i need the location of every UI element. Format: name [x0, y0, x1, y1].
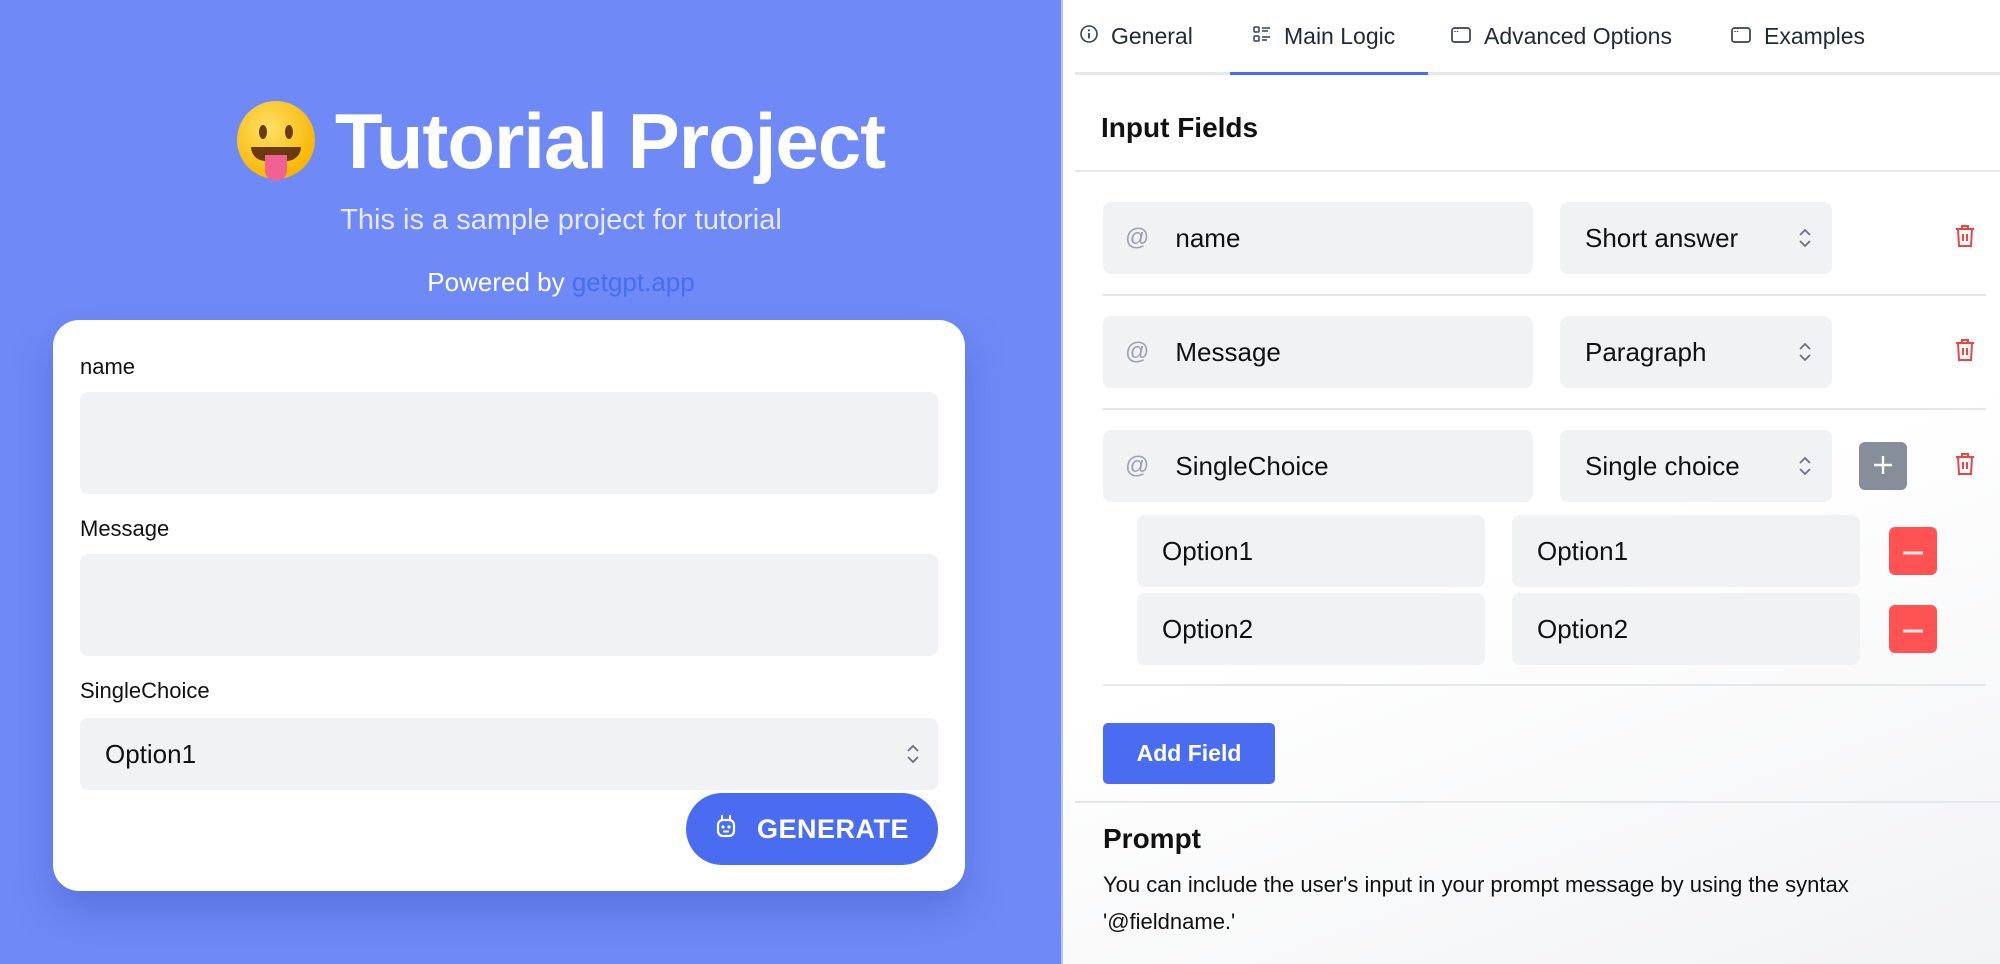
singlechoice-select[interactable]: Option1 [80, 718, 938, 790]
field-row: @ SingleChoice Single choice [1103, 430, 1832, 502]
delete-field-button[interactable] [1951, 337, 1979, 367]
remove-option-button[interactable] [1889, 605, 1937, 653]
project-subtitle: This is a sample project for tutorial [340, 204, 782, 236]
window-icon [1730, 23, 1752, 50]
divider [1103, 408, 1986, 410]
singlechoice-field-label: SingleChoice [80, 678, 210, 703]
at-icon: @ [1125, 224, 1150, 251]
field-type-select[interactable]: Paragraph [1560, 316, 1832, 388]
field-name-value: SingleChoice [1175, 450, 1329, 481]
field-name-input[interactable]: @ name [1103, 202, 1533, 274]
tab-advanced-options[interactable]: Advanced Options [1428, 0, 1708, 72]
tab-main-logic[interactable]: Main Logic [1230, 0, 1428, 75]
field-name-input[interactable]: @ SingleChoice [1103, 430, 1533, 502]
name-input[interactable] [80, 392, 938, 494]
editor-tabs: General Main Logic Advanced Options Exam… [1075, 0, 2000, 75]
tab-examples-label: Examples [1764, 22, 1865, 49]
trash-icon [1954, 223, 1976, 254]
delete-field-button[interactable] [1951, 223, 1979, 253]
divider [1075, 170, 2000, 172]
project-title-text: Tutorial Project [334, 97, 886, 185]
generate-button-label: GENERATE [756, 813, 909, 844]
chevron-up-down-icon [1798, 341, 1812, 363]
add-field-button[interactable]: Add Field [1103, 723, 1275, 784]
input-fields-heading: Input Fields [1101, 112, 1259, 143]
option-label-input[interactable]: Option1 [1137, 515, 1485, 587]
list-icon [1252, 23, 1272, 50]
field-name-value: Message [1175, 336, 1281, 367]
add-option-button[interactable] [1859, 442, 1907, 490]
chevron-up-down-icon [1798, 227, 1812, 249]
field-name-input[interactable]: @ Message [1103, 316, 1533, 388]
powered-by: Powered by getgpt.app [0, 267, 1122, 298]
tab-general-label: General [1111, 22, 1193, 49]
powered-by-link[interactable]: getgpt.app [572, 267, 695, 297]
field-row: @ name Short answer [1103, 202, 1832, 274]
tab-advanced-options-label: Advanced Options [1484, 22, 1672, 49]
prompt-description: You can include the user's input in your… [1103, 872, 1849, 934]
at-icon: @ [1125, 452, 1150, 479]
preview-header: Tutorial Project This is a sample projec… [0, 96, 1122, 298]
tab-main-logic-label: Main Logic [1284, 22, 1396, 49]
window-icon [1450, 23, 1472, 50]
name-field-label: name [80, 354, 136, 379]
tab-examples[interactable]: Examples [1708, 0, 1883, 72]
divider [1075, 801, 2000, 803]
tab-general[interactable]: General [1075, 0, 1230, 72]
trash-icon [1954, 337, 1976, 368]
plus-icon [1872, 454, 1894, 479]
field-type-select[interactable]: Single choice [1560, 430, 1832, 502]
trash-icon [1954, 451, 1976, 482]
singlechoice-selected-value: Option1 [105, 738, 197, 769]
face-with-tongue-icon [236, 101, 317, 181]
info-circle-icon [1079, 23, 1099, 50]
chevron-up-down-icon [906, 743, 920, 765]
field-type-value: Single choice [1585, 450, 1740, 481]
at-icon: @ [1125, 338, 1150, 365]
preview-form-card: name Message SingleChoice Option1 GENERA… [53, 320, 965, 891]
field-type-value: Short answer [1585, 222, 1739, 253]
field-type-value: Paragraph [1585, 336, 1707, 367]
editor-panel: General Main Logic Advanced Options Exam… [1061, 0, 2000, 964]
option-label-input[interactable]: Option2 [1137, 593, 1485, 665]
remove-option-button[interactable] [1889, 527, 1937, 575]
prompt-heading: Prompt [1103, 823, 1201, 854]
project-title: Tutorial Project [0, 96, 1122, 186]
message-input[interactable] [80, 554, 938, 656]
minus-icon [1902, 544, 1924, 559]
chevron-up-down-icon [1798, 455, 1812, 477]
robot-icon [715, 813, 737, 846]
powered-by-label: Powered by [427, 267, 565, 297]
divider [1103, 684, 1986, 686]
option-value-input[interactable]: Option2 [1512, 593, 1860, 665]
preview-panel: Tutorial Project This is a sample projec… [0, 0, 1061, 964]
delete-field-button[interactable] [1951, 451, 1979, 481]
generate-button[interactable]: GENERATE [686, 793, 938, 865]
message-field-label: Message [80, 516, 170, 541]
option-row: Option1 Option1 [1137, 515, 1860, 587]
divider [1103, 294, 1986, 296]
option-value-input[interactable]: Option1 [1512, 515, 1860, 587]
option-row: Option2 Option2 [1137, 593, 1860, 665]
field-row: @ Message Paragraph [1103, 316, 1832, 388]
field-type-select[interactable]: Short answer [1560, 202, 1832, 274]
field-name-value: name [1175, 222, 1241, 253]
minus-icon [1902, 622, 1924, 637]
